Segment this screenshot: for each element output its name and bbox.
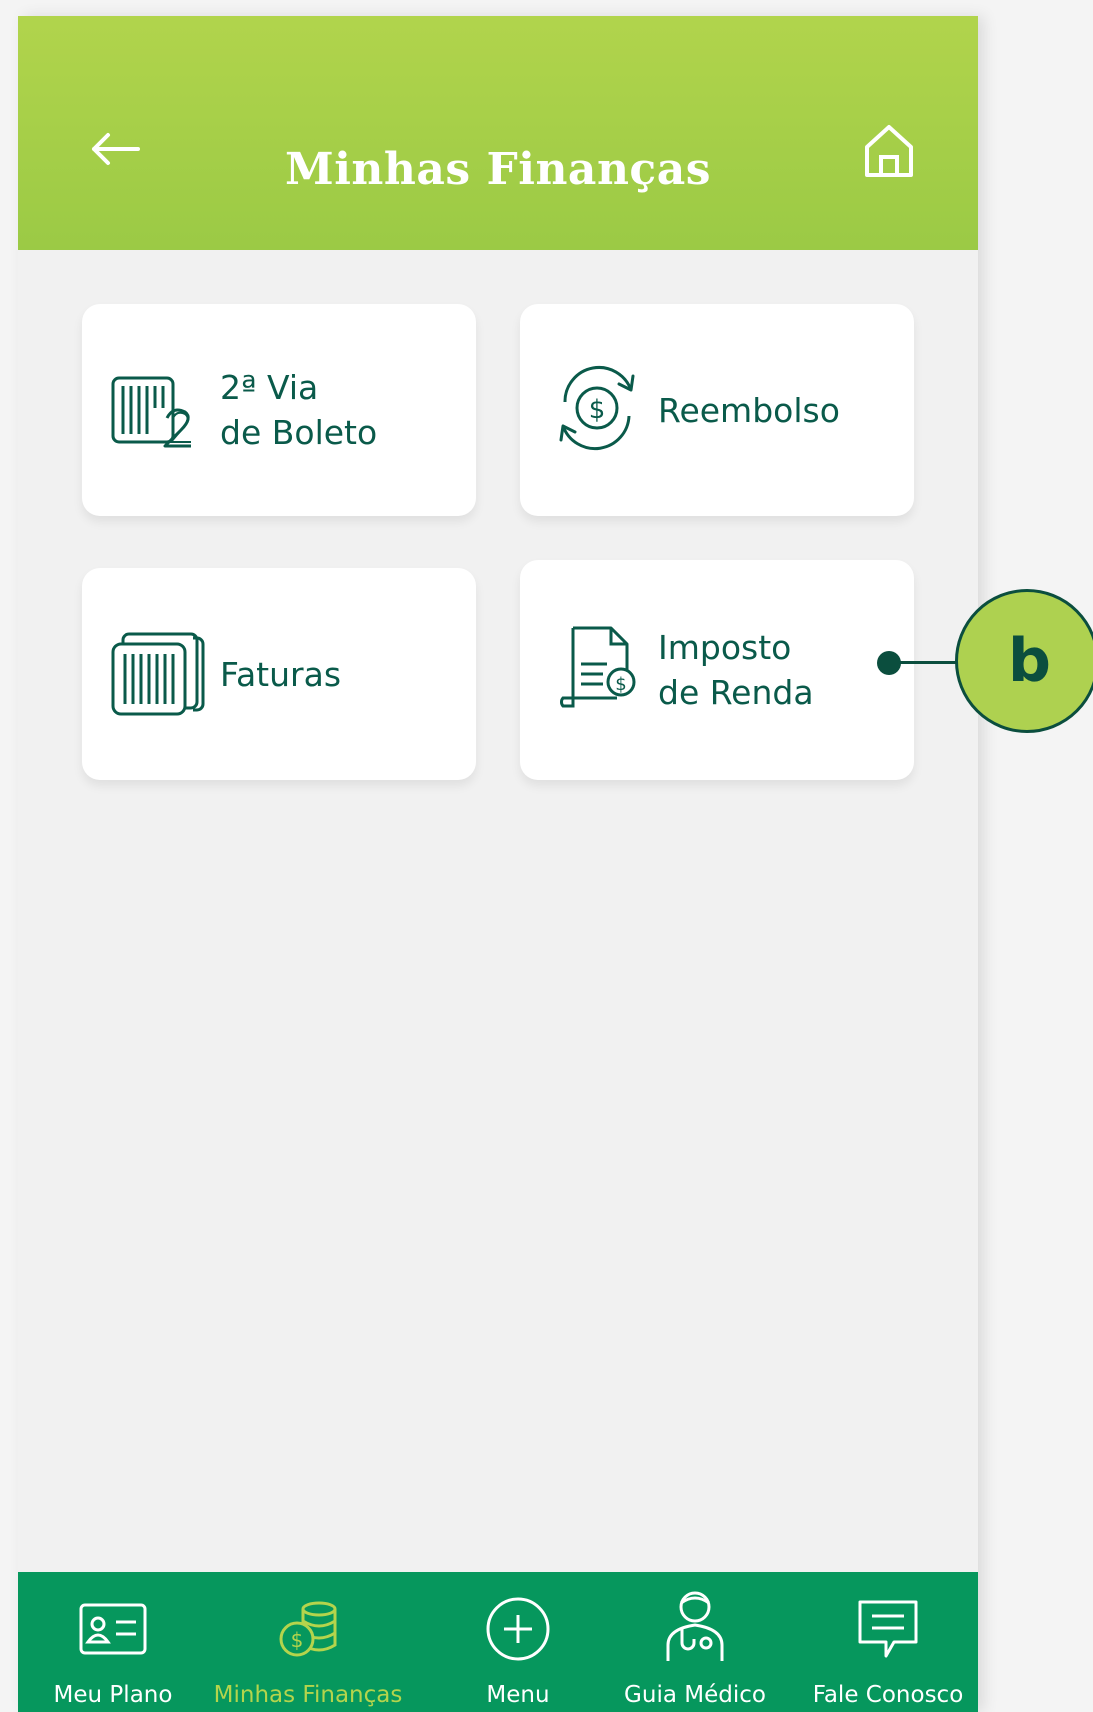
header: Minhas Finanças	[18, 16, 978, 250]
home-button[interactable]	[854, 116, 924, 186]
svg-text:$: $	[615, 674, 626, 695]
nav-label: Minhas Finanças	[213, 1682, 403, 1708]
doctor-icon	[616, 1582, 774, 1668]
tax-document-dollar-icon: $	[542, 615, 652, 725]
svg-text:$: $	[589, 395, 606, 425]
card-label-line1: Faturas	[220, 654, 342, 694]
nav-item-fale-conosco[interactable]: Fale Conosco	[808, 1572, 968, 1712]
callout-badge: b	[955, 589, 1093, 733]
plus-circle-icon	[448, 1594, 588, 1664]
card-segunda-via-boleto[interactable]: 2ª Via de Boleto	[82, 304, 476, 516]
nav-item-minhas-financas[interactable]: $ Minhas Finanças	[214, 1572, 402, 1712]
nav-label: Fale Conosco	[812, 1682, 964, 1708]
card-imposto-de-renda[interactable]: $ Imposto de Renda	[520, 560, 914, 780]
card-label-line1: Imposto	[658, 628, 792, 667]
card-label-line1: Reembolso	[658, 390, 840, 430]
app-screen: Minhas Finanças 2ª Via de Boleto $ Reemb…	[18, 16, 978, 1712]
card-faturas[interactable]: Faturas	[82, 568, 476, 780]
page-title: Minhas Finanças	[284, 144, 711, 195]
card-label-line2: de Boleto	[220, 413, 378, 452]
nav-label: Menu	[486, 1682, 550, 1708]
bottom-navigation: Meu Plano $ Minhas Finanças Menu Guia Mé…	[18, 1572, 978, 1712]
barcode-2-icon	[104, 355, 214, 465]
card-label-line2: de Renda	[658, 673, 814, 712]
refund-cycle-dollar-icon: $	[542, 355, 652, 465]
svg-text:$: $	[291, 1628, 304, 1652]
card-label-line1: 2ª Via	[220, 368, 319, 407]
callout-dot	[877, 651, 901, 675]
coins-icon: $	[218, 1594, 398, 1664]
nav-label: Guia Médico	[624, 1682, 766, 1708]
nav-label: Meu Plano	[53, 1682, 173, 1708]
nav-item-menu[interactable]: Menu	[448, 1572, 588, 1712]
home-icon	[865, 125, 913, 177]
nav-item-guia-medico[interactable]: Guia Médico	[616, 1572, 774, 1712]
barcode-stack-icon	[104, 619, 214, 729]
nav-item-meu-plano[interactable]: Meu Plano	[36, 1572, 190, 1712]
chat-icon	[808, 1594, 968, 1664]
id-card-icon	[36, 1594, 190, 1664]
card-reembolso[interactable]: $ Reembolso	[520, 304, 914, 516]
